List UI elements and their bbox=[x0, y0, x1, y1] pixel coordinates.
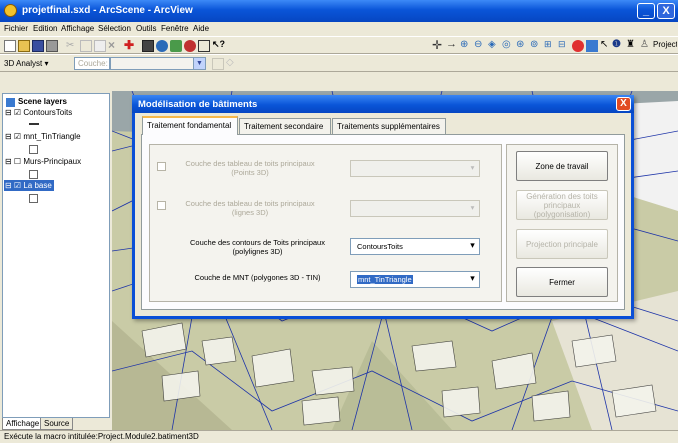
menu-affichage[interactable]: Affichage bbox=[61, 24, 94, 33]
lines-3d-select[interactable] bbox=[350, 200, 480, 217]
minimize-button[interactable]: _ bbox=[637, 3, 655, 19]
toc-layer-mnt[interactable]: ⊟ ☑ mnt_TinTriangle bbox=[5, 132, 81, 141]
toc-layer-contourstoits[interactable]: ⊟ ☑ ContoursToits bbox=[5, 108, 72, 117]
macro-icon[interactable]: ♙ bbox=[640, 39, 652, 51]
center-icon[interactable]: ◎ bbox=[502, 39, 514, 51]
help-pointer-icon[interactable]: ↖? bbox=[212, 39, 225, 51]
chevron-down-icon: ▾ bbox=[470, 240, 475, 250]
pan-icon[interactable]: ⊞ bbox=[544, 39, 556, 51]
scene-properties-icon[interactable] bbox=[142, 40, 154, 52]
chevron-down-icon: ▾ bbox=[470, 203, 475, 212]
polygon-symbol-icon bbox=[29, 170, 38, 179]
menu-aide[interactable]: Aide bbox=[193, 24, 209, 33]
analyst-menu[interactable]: 3D Analyst ▾ bbox=[4, 59, 48, 68]
menu-fenetre[interactable]: Fenêtre bbox=[161, 24, 189, 33]
fermer-button[interactable]: Fermer bbox=[516, 267, 608, 297]
building-modeling-dialog: Modélisation de bâtiments X Traitement f… bbox=[132, 95, 634, 319]
chevron-down-icon: ▾ bbox=[470, 273, 475, 283]
window-titlebar: projetfinal.sxd - ArcScene - ArcView _ X bbox=[0, 0, 678, 22]
mnt-select[interactable]: mnt_TinTriangle bbox=[350, 271, 480, 288]
open-folder-icon[interactable] bbox=[18, 40, 30, 52]
menu-outils[interactable]: Outils bbox=[136, 24, 156, 33]
layer-settings-panel: Couche des tableau de toits principaux (P… bbox=[149, 144, 502, 302]
delete-icon[interactable]: × bbox=[108, 38, 120, 52]
chevron-down-icon: ▾ bbox=[470, 163, 475, 172]
tab-affichage[interactable]: Affichage bbox=[2, 418, 44, 430]
polygon-symbol-icon bbox=[29, 145, 38, 154]
analyst-layer-select[interactable]: ▼ bbox=[110, 57, 206, 70]
menu-bar: Fichier Edition Affichage Sélection Outi… bbox=[0, 22, 678, 36]
actions-panel: Zone de travail Génération des toits pri… bbox=[506, 144, 618, 302]
full-extent-icon[interactable]: ⊟ bbox=[558, 39, 570, 51]
toc-layer-murs[interactable]: ⊟ ☐ Murs-Principaux bbox=[5, 157, 81, 166]
zoom-target-icon[interactable]: ⊛ bbox=[516, 39, 528, 51]
find-icon[interactable]: ♜ bbox=[626, 39, 638, 51]
projection-principale-button[interactable]: Projection principale bbox=[516, 229, 608, 259]
menu-selection[interactable]: Sélection bbox=[98, 24, 131, 33]
mnt-selected-value: mnt_TinTriangle bbox=[357, 275, 413, 284]
standard-toolbar: ✂ × ✚ ↖? ✛ → ⊕ ⊖ ◈ ◎ ⊛ ⊚ ⊞ ⊟ ↖ ❶ ♜ ♙ Pro… bbox=[0, 36, 678, 54]
identify-icon[interactable]: ❶ bbox=[612, 39, 624, 51]
mnt-label: Couche de MNT (polygones 3D - TIN) bbox=[194, 273, 321, 282]
save-icon[interactable] bbox=[32, 40, 44, 52]
globe-icon[interactable] bbox=[156, 40, 168, 52]
dialog-close-button[interactable]: X bbox=[616, 97, 631, 111]
points-3d-label: Couche des tableau de toits principaux (P… bbox=[185, 159, 315, 177]
polygon-symbol-icon bbox=[29, 194, 38, 203]
paste-icon[interactable] bbox=[94, 40, 106, 52]
generation-toits-button[interactable]: Génération des toits principaux (polygon… bbox=[516, 190, 608, 220]
table-of-contents: Scene layers ⊟ ☑ ContoursToits ⊟ ☑ mnt_T… bbox=[2, 93, 110, 418]
zoom-in-icon[interactable]: ⊕ bbox=[460, 39, 472, 51]
scene-layers-icon bbox=[6, 98, 15, 107]
stop-icon[interactable] bbox=[572, 40, 584, 52]
lines-3d-label: Couche des tableau de toits principaux (l… bbox=[185, 199, 315, 217]
navigate-icon[interactable]: ✛ bbox=[432, 38, 444, 52]
dialog-title: Modélisation de bâtiments bbox=[138, 99, 258, 110]
close-window-button[interactable]: X bbox=[657, 3, 675, 19]
dialog-titlebar[interactable]: Modélisation de bâtiments X bbox=[132, 95, 634, 113]
animation-icon[interactable] bbox=[184, 40, 196, 52]
roof-contours-label: Couche des contours de Toits principaux(… bbox=[190, 238, 325, 256]
tab-traitement-fondamental[interactable]: Traitement fondamental bbox=[142, 116, 238, 135]
menu-fichier[interactable]: Fichier bbox=[4, 24, 28, 33]
zoom-out-icon[interactable]: ⊖ bbox=[474, 39, 486, 51]
tab-traitement-secondaire[interactable]: Traitement secondaire bbox=[239, 118, 331, 134]
analyst-tool2-icon[interactable]: ◇ bbox=[226, 57, 238, 69]
points-3d-checkbox[interactable] bbox=[157, 162, 166, 171]
identify-layer-icon[interactable] bbox=[586, 40, 598, 52]
analyst-tool-icon[interactable] bbox=[212, 58, 224, 70]
fly-icon[interactable]: → bbox=[446, 38, 458, 50]
toc-layer-labase[interactable]: ⊟ ☑ La base bbox=[5, 181, 52, 190]
window-title: projetfinal.sxd - ArcScene - ArcView bbox=[22, 5, 193, 16]
cut-icon[interactable]: ✂ bbox=[66, 40, 78, 52]
status-bar: Exécute la macro intitulée:Project.Modul… bbox=[0, 430, 678, 443]
layer-icon[interactable] bbox=[170, 40, 182, 52]
points-3d-select[interactable] bbox=[350, 160, 480, 177]
analyst-toolbar: 3D Analyst ▾ Couche: ▼ ◇ bbox=[0, 54, 678, 72]
copy-icon[interactable] bbox=[80, 40, 92, 52]
new-document-icon[interactable] bbox=[4, 40, 16, 52]
chevron-down-icon: ▼ bbox=[193, 58, 205, 69]
add-data-icon[interactable]: ✚ bbox=[124, 38, 136, 52]
zoom-full-icon[interactable]: ⊚ bbox=[530, 39, 542, 51]
print-icon[interactable] bbox=[46, 40, 58, 52]
line-symbol-icon bbox=[29, 123, 39, 125]
roof-contours-select[interactable]: ContoursToits bbox=[350, 238, 480, 255]
lines-3d-checkbox[interactable] bbox=[157, 201, 166, 210]
macro-label[interactable]: Project.Module2.batiment3D bbox=[653, 40, 677, 49]
window-icon[interactable] bbox=[198, 40, 210, 52]
select-pointer-icon[interactable]: ↖ bbox=[600, 39, 612, 51]
menu-edition[interactable]: Edition bbox=[33, 24, 57, 33]
target-icon[interactable]: ◈ bbox=[488, 39, 500, 51]
scene-layers-root[interactable]: Scene layers bbox=[18, 97, 67, 106]
tab-panel: Couche des tableau de toits principaux (P… bbox=[141, 134, 625, 310]
arcscene-app-icon bbox=[4, 4, 17, 17]
tab-traitements-supplementaires[interactable]: Traitements supplémentaires bbox=[332, 118, 446, 134]
analyst-layer-label: Couche: bbox=[74, 57, 110, 70]
zone-de-travail-button[interactable]: Zone de travail bbox=[516, 151, 608, 181]
tab-source[interactable]: Source bbox=[40, 418, 74, 430]
